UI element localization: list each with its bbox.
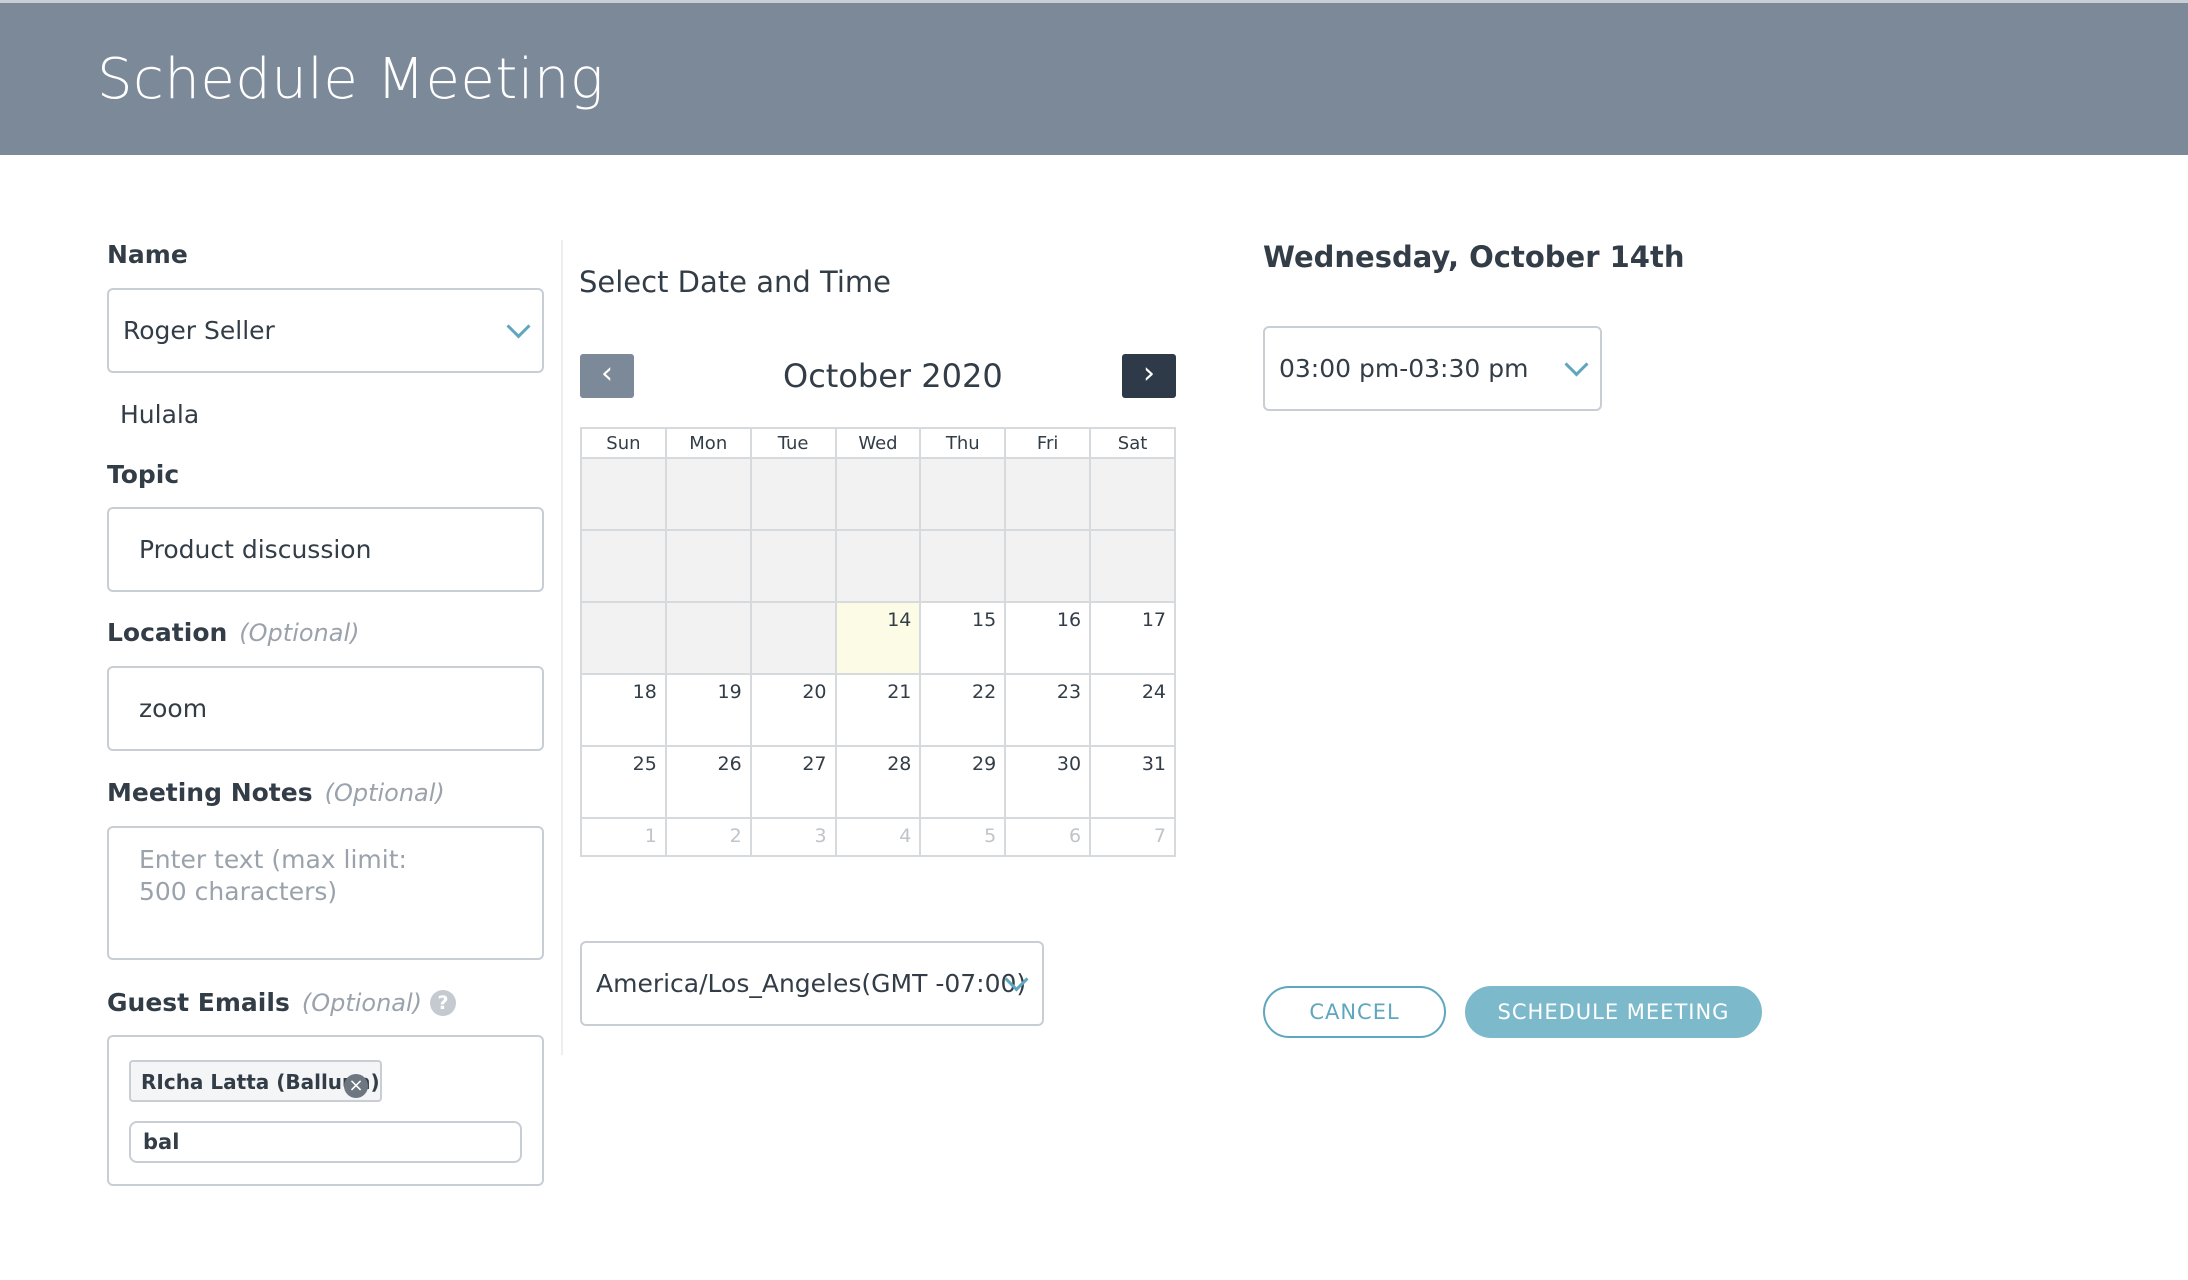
guests-optional: (Optional): [301, 989, 423, 1017]
cancel-button[interactable]: CANCEL: [1263, 986, 1446, 1038]
calendar-day-next-month: 1: [580, 817, 667, 857]
calendar-day: [580, 457, 667, 531]
notes-textarea[interactable]: Enter text (max limit: 500 characters): [107, 826, 544, 960]
weekday-sat: Sat: [1089, 427, 1176, 459]
weekday-mon: Mon: [664, 427, 752, 459]
month-title: October 2020: [783, 357, 1003, 395]
timezone-value: America/Los_Angeles(GMT -07:00): [596, 969, 1027, 998]
notes-label-text: Meeting Notes: [107, 778, 313, 807]
calendar-day[interactable]: 20: [749, 673, 837, 747]
weekday-thu: Thu: [919, 427, 1007, 459]
calendar-day: [919, 529, 1007, 603]
guest-chip: RIcha Latta (Balluun) ×: [129, 1060, 382, 1102]
calendar-day[interactable]: 30: [1004, 745, 1092, 819]
weekday-fri: Fri: [1004, 427, 1092, 459]
location-value: zoom: [139, 694, 208, 723]
topic-value: Product discussion: [139, 535, 372, 564]
name-select[interactable]: Roger Seller: [107, 288, 544, 373]
calendar-day[interactable]: 23: [1004, 673, 1092, 747]
guest-search-input[interactable]: bal: [129, 1121, 522, 1163]
calendar-day[interactable]: 17: [1089, 601, 1176, 675]
schedule-meeting-button[interactable]: SCHEDULE MEETING: [1465, 986, 1762, 1038]
notes-label: Meeting Notes (Optional): [107, 778, 445, 807]
calendar-day[interactable]: 24: [1089, 673, 1176, 747]
calendar-day: [664, 457, 752, 531]
calendar-day[interactable]: 29: [919, 745, 1007, 819]
location-optional: (Optional): [239, 619, 360, 647]
weekday-wed: Wed: [834, 427, 922, 459]
calendar-day: [1004, 529, 1092, 603]
calendar-day: [1089, 529, 1176, 603]
calendar-day-next-month: 4: [834, 817, 922, 857]
name-value: Roger Seller: [123, 316, 275, 345]
calendar-day: [834, 529, 922, 603]
time-slot-select[interactable]: 03:00 pm-03:30 pm: [1263, 326, 1602, 411]
calendar-day-next-month: 6: [1004, 817, 1092, 857]
calendar-day: [919, 457, 1007, 531]
calendar-day[interactable]: 22: [919, 673, 1007, 747]
topic-label: Topic: [107, 460, 180, 489]
calendar-day[interactable]: 15: [919, 601, 1007, 675]
help-icon[interactable]: ?: [430, 990, 457, 1016]
calendar-day: [664, 529, 752, 603]
calendar-day[interactable]: 25: [580, 745, 667, 819]
guests-label-text: Guest Emails: [107, 988, 290, 1017]
weekday-tue: Tue: [749, 427, 837, 459]
calendar-day: [580, 529, 667, 603]
next-month-button[interactable]: ›: [1122, 354, 1176, 398]
timezone-select[interactable]: America/Los_Angeles(GMT -07:00): [580, 941, 1044, 1026]
calendar-day[interactable]: 26: [664, 745, 752, 819]
calendar-day-selected[interactable]: 14: [834, 601, 922, 675]
name-label: Name: [107, 240, 188, 269]
notes-optional: (Optional): [324, 779, 445, 807]
close-icon[interactable]: ×: [344, 1074, 368, 1098]
calendar-day[interactable]: 31: [1089, 745, 1176, 819]
calendar-day[interactable]: 28: [834, 745, 922, 819]
calendar-day: [664, 601, 752, 675]
guests-label: Guest Emails (Optional)?: [107, 988, 457, 1017]
calendar-day[interactable]: 16: [1004, 601, 1092, 675]
calendar-day: [749, 457, 837, 531]
calendar-day: [580, 601, 667, 675]
calendar-day[interactable]: 21: [834, 673, 922, 747]
calendar-grid: Sun Mon Tue Wed Thu Fri Sat 14 15 16 17 …: [580, 427, 1176, 857]
topic-input[interactable]: Product discussion: [107, 507, 544, 592]
selected-date-heading: Wednesday, October 14th: [1263, 240, 1685, 274]
calendar-day: [749, 601, 837, 675]
guest-emails-box[interactable]: RIcha Latta (Balluun) × bal: [107, 1035, 544, 1186]
calendar-day: [1004, 457, 1092, 531]
calendar-day: [749, 529, 837, 603]
location-label: Location (Optional): [107, 618, 360, 647]
guest-search-value: bal: [143, 1130, 180, 1154]
calendar-day[interactable]: 27: [749, 745, 837, 819]
location-input[interactable]: zoom: [107, 666, 544, 751]
chevron-down-icon: [1564, 352, 1589, 377]
weekday-sun: Sun: [580, 427, 667, 459]
date-time-heading: Select Date and Time: [579, 265, 891, 299]
prev-month-button[interactable]: ‹: [580, 354, 634, 398]
chevron-down-icon: [506, 314, 531, 339]
calendar-day-next-month: 7: [1089, 817, 1176, 857]
page-header: Schedule Meeting: [0, 3, 2188, 155]
column-divider: [561, 240, 563, 1055]
calendar-day[interactable]: 18: [580, 673, 667, 747]
calendar-day-next-month: 5: [919, 817, 1007, 857]
calendar-day: [834, 457, 922, 531]
location-label-text: Location: [107, 618, 228, 647]
calendar-day[interactable]: 19: [664, 673, 752, 747]
page-title: Schedule Meeting: [97, 47, 604, 112]
calendar-day-next-month: 3: [749, 817, 837, 857]
notes-placeholder: Enter text (max limit: 500 characters): [139, 845, 407, 906]
company-name: Hulala: [120, 400, 200, 429]
calendar-day: [1089, 457, 1176, 531]
calendar-day-next-month: 2: [664, 817, 752, 857]
time-slot-value: 03:00 pm-03:30 pm: [1279, 354, 1529, 383]
